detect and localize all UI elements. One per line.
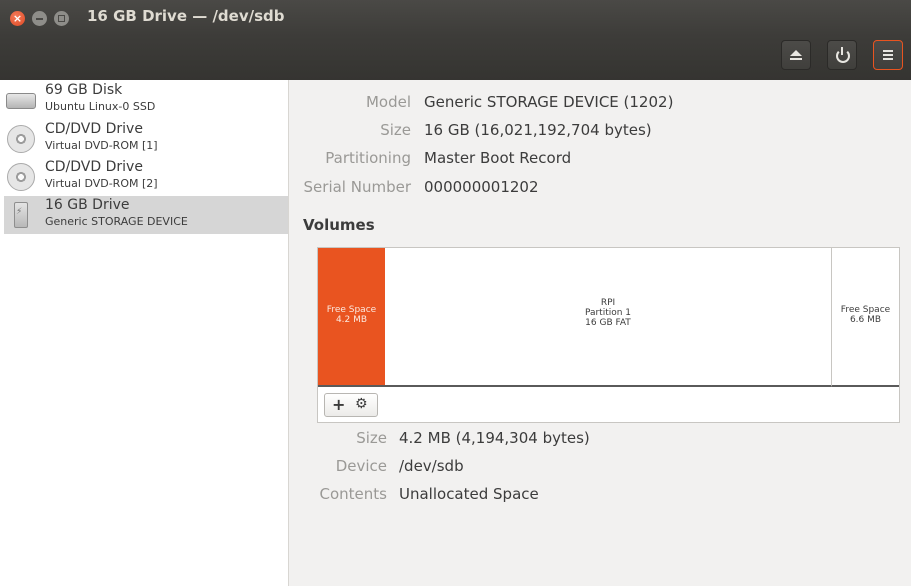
device-item-cd-dvd-1[interactable]: CD/DVD Drive Virtual DVD-ROM [1]	[4, 120, 288, 158]
title-bar: × 16 GB Drive — /dev/sdb	[0, 0, 911, 80]
device-name: 69 GB Disk	[45, 82, 123, 98]
partitioning-label: Partitioning	[325, 149, 411, 167]
partitioning-value: Master Boot Record	[424, 149, 572, 167]
maximize-window-button[interactable]	[54, 11, 69, 26]
volume-label: Free Space	[326, 305, 377, 315]
optical-disc-icon	[6, 124, 38, 154]
contents-value: Unallocated Space	[399, 485, 539, 503]
device-name: CD/DVD Drive	[45, 121, 143, 137]
hard-disk-icon	[6, 85, 38, 115]
model-label: Model	[365, 93, 411, 111]
volume-size-value: 4.2 MB (4,194,304 bytes)	[399, 429, 590, 447]
volume-size: 16 GB FAT	[585, 318, 631, 328]
close-window-button[interactable]: ×	[10, 11, 25, 26]
menu-icon	[883, 50, 893, 52]
device-item-69gb-disk[interactable]: 69 GB Disk Ubuntu Linux-0 SSD	[4, 81, 288, 119]
volumes-heading: Volumes	[303, 216, 375, 234]
volume-toolbar: + ⚙	[324, 393, 378, 417]
device-name: 16 GB Drive	[45, 197, 130, 213]
minimize-window-button[interactable]	[32, 11, 47, 26]
volume-free-space-1[interactable]: Free Space 4.2 MB	[318, 248, 385, 387]
serial-number-value: 000000001202	[424, 178, 539, 196]
disks-window: × 16 GB Drive — /dev/sdb 69 GB Disk Ubun…	[0, 0, 911, 586]
device-description: Virtual DVD-ROM [2]	[45, 177, 158, 190]
volume-size: 4.2 MB	[335, 315, 368, 325]
device-item-16gb-drive[interactable]: 16 GB Drive Generic STORAGE DEVICE	[4, 196, 288, 234]
device-item-cd-dvd-2[interactable]: CD/DVD Drive Virtual DVD-ROM [2]	[4, 158, 288, 196]
device-name: CD/DVD Drive	[45, 159, 143, 175]
volume-size: 6.6 MB	[849, 315, 882, 325]
device-description: Generic STORAGE DEVICE	[45, 215, 188, 228]
device-value: /dev/sdb	[399, 457, 464, 475]
volume-size-label: Size	[356, 429, 387, 447]
volume-free-space-2[interactable]: Free Space 6.6 MB	[832, 248, 899, 387]
serial-number-label: Serial Number	[303, 178, 411, 196]
drive-details-pane: Model Generic STORAGE DEVICE (1202) Size…	[289, 80, 911, 586]
size-label: Size	[380, 121, 411, 139]
device-list: 69 GB Disk Ubuntu Linux-0 SSD CD/DVD Dri…	[0, 80, 289, 586]
device-description: Virtual DVD-ROM [1]	[45, 139, 158, 152]
eject-button[interactable]	[781, 40, 811, 70]
window-title: 16 GB Drive — /dev/sdb	[87, 7, 285, 25]
size-value: 16 GB (16,021,192,704 bytes)	[424, 121, 652, 139]
create-partition-button[interactable]: +	[332, 395, 345, 414]
power-off-button[interactable]	[827, 40, 857, 70]
volume-partition: Partition 1	[584, 308, 632, 318]
drive-options-menu-button[interactable]	[873, 40, 903, 70]
optical-disc-icon	[6, 162, 38, 192]
model-value: Generic STORAGE DEVICE (1202)	[424, 93, 674, 111]
device-description: Ubuntu Linux-0 SSD	[45, 100, 156, 113]
usb-drive-icon	[6, 200, 38, 230]
volume-label: Free Space	[840, 305, 891, 315]
volume-partition-1[interactable]: RPI Partition 1 16 GB FAT	[385, 248, 832, 387]
volume-label: RPI	[600, 298, 616, 308]
device-label: Device	[335, 457, 387, 475]
contents-label: Contents	[319, 485, 387, 503]
volumes-map: Free Space 4.2 MB RPI Partition 1 16 GB …	[317, 247, 900, 423]
gears-icon[interactable]: ⚙	[355, 396, 368, 412]
